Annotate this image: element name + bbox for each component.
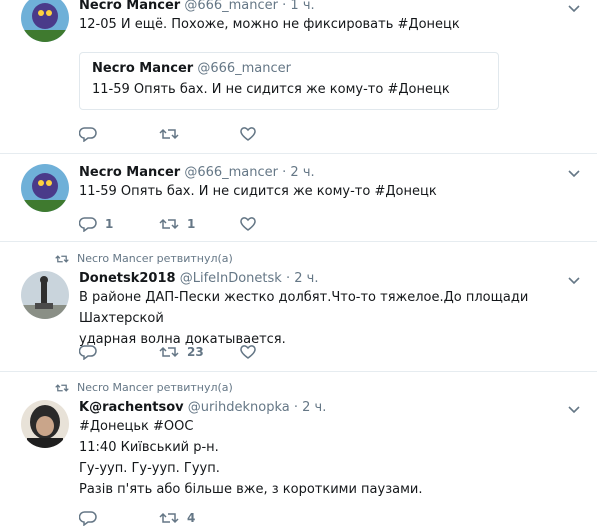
timestamp[interactable]: 2 ч. bbox=[294, 271, 318, 286]
tweet-text-line: 11:40 Київський р-н. bbox=[79, 440, 219, 455]
tweet-4[interactable]: Necro Mancer ретвитнул(а) K@rachentsov @… bbox=[0, 372, 597, 526]
retweet-button[interactable]: 23 bbox=[159, 344, 239, 360]
reply-button[interactable] bbox=[79, 344, 159, 360]
tweet-header: K@rachentsov @urihdeknopka · 2 ч. bbox=[79, 400, 587, 416]
retweet-button[interactable]: 1 bbox=[159, 216, 239, 232]
heart-icon bbox=[240, 345, 256, 359]
separator-dot: · bbox=[282, 165, 287, 180]
tweet-1[interactable]: Necro Mancer @666_mancer · 1 ч. 12-05 И … bbox=[0, 0, 597, 154]
tweet-text-body: 12-05 И ещё. Похоже, можно не фиксироват… bbox=[79, 17, 398, 32]
author-name[interactable]: Necro Mancer bbox=[79, 0, 180, 13]
hashtag-link[interactable]: #Донецк bbox=[398, 17, 460, 32]
retweet-button[interactable]: 4 bbox=[159, 510, 239, 526]
separator-dot: · bbox=[282, 0, 287, 13]
reply-icon bbox=[79, 127, 97, 142]
avatar[interactable] bbox=[21, 164, 69, 212]
timestamp[interactable]: 1 ч. bbox=[290, 0, 314, 13]
retweet-icon bbox=[159, 512, 179, 524]
tweet-header: Necro Mancer @666_mancer · 2 ч. bbox=[79, 165, 587, 181]
hashtag-link[interactable]: #Донецк bbox=[374, 184, 436, 199]
chevron-down-icon[interactable] bbox=[567, 276, 581, 286]
tweet-actions: 4 bbox=[79, 509, 239, 527]
retweet-count: 4 bbox=[187, 511, 196, 525]
tweet-actions: 23 bbox=[79, 343, 319, 361]
reply-icon bbox=[79, 217, 97, 232]
tweet-text: 12-05 И ещё. Похоже, можно не фиксироват… bbox=[79, 14, 587, 35]
tweet-text-body: 11-59 Опять бах. И не сидится же кому-то bbox=[79, 184, 375, 199]
tweet-text-line: Гу-ууп. Гу-ууп. Гууп. bbox=[79, 461, 220, 476]
author-handle[interactable]: @666_mancer bbox=[184, 165, 278, 180]
reply-button[interactable]: 1 bbox=[79, 216, 159, 232]
tweet-header: Donetsk2018 @LifeInDonetsk · 2 ч. bbox=[79, 271, 587, 287]
retweeted-by-label: Necro Mancer ретвитнул(а) bbox=[77, 381, 233, 394]
retweet-count: 23 bbox=[187, 345, 204, 359]
author-handle[interactable]: @666_mancer bbox=[184, 0, 278, 13]
reply-button[interactable] bbox=[79, 510, 159, 526]
hashtag-line[interactable]: #Донецьк #ООС bbox=[79, 416, 587, 437]
retweet-context[interactable]: Necro Mancer ретвитнул(а) bbox=[55, 252, 233, 265]
reply-icon bbox=[79, 345, 97, 360]
tweet-header: Necro Mancer @666_mancer · 1 ч. bbox=[79, 0, 587, 14]
like-button[interactable] bbox=[239, 216, 319, 232]
timestamp[interactable]: 2 ч. bbox=[290, 165, 314, 180]
retweeted-by-label: Necro Mancer ретвитнул(а) bbox=[77, 252, 233, 265]
chevron-down-icon[interactable] bbox=[567, 169, 581, 179]
timestamp[interactable]: 2 ч. bbox=[302, 400, 326, 415]
reply-icon bbox=[79, 511, 97, 526]
like-button[interactable] bbox=[239, 344, 319, 360]
author-handle[interactable]: @urihdeknopka bbox=[188, 400, 290, 415]
reply-count: 1 bbox=[105, 217, 114, 231]
retweet-icon bbox=[55, 383, 69, 392]
tweet-text-line: Разів п'ять або більше вже, з короткими … bbox=[79, 482, 423, 497]
reply-button[interactable] bbox=[79, 126, 159, 142]
tweet-text: 11-59 Опять бах. И не сидится же кому-то… bbox=[79, 181, 587, 202]
tweet-text: В районе ДАП-Пески жестко долбят.Что-то … bbox=[79, 287, 587, 350]
separator-dot: · bbox=[293, 400, 299, 415]
author-name[interactable]: Donetsk2018 bbox=[79, 271, 176, 286]
author-name[interactable]: Necro Mancer bbox=[79, 165, 180, 180]
tweet-text: #Донецьк #ООС 11:40 Київський р-н. Гу-уу… bbox=[79, 416, 587, 500]
quoted-author-name: Necro Mancer bbox=[92, 61, 194, 76]
avatar[interactable] bbox=[21, 0, 69, 42]
chevron-down-icon[interactable] bbox=[567, 4, 581, 14]
retweet-icon bbox=[159, 128, 179, 140]
heart-icon bbox=[240, 217, 256, 231]
quoted-tweet[interactable]: Necro Mancer @666_mancer 11-59 Опять бах… bbox=[79, 52, 499, 110]
chevron-down-icon[interactable] bbox=[567, 405, 581, 415]
tweet-actions: 1 1 bbox=[79, 215, 319, 233]
tweet-actions bbox=[79, 125, 319, 143]
retweet-icon bbox=[159, 218, 179, 230]
heart-icon bbox=[240, 127, 256, 141]
retweet-context[interactable]: Necro Mancer ретвитнул(а) bbox=[55, 381, 233, 394]
author-name[interactable]: K@rachentsov bbox=[79, 400, 184, 415]
tweet-2[interactable]: Necro Mancer @666_mancer · 2 ч. 11-59 Оп… bbox=[0, 154, 597, 242]
retweet-icon bbox=[159, 346, 179, 358]
quoted-text: 11-59 Опять бах. И не сидится же кому-то… bbox=[92, 79, 486, 100]
separator-dot: · bbox=[285, 271, 291, 286]
tweet-text-line: В районе ДАП-Пески жестко долбят.Что-то … bbox=[79, 290, 529, 326]
avatar[interactable] bbox=[21, 400, 69, 448]
quoted-text-body: 11-59 Опять бах. И не сидится же кому-то bbox=[92, 82, 388, 97]
retweet-count: 1 bbox=[187, 217, 196, 231]
quoted-author-handle: @666_mancer bbox=[197, 61, 291, 76]
quoted-header: Necro Mancer @666_mancer bbox=[92, 61, 486, 77]
quoted-hashtag[interactable]: #Донецк bbox=[387, 82, 449, 97]
retweet-button[interactable] bbox=[159, 126, 239, 142]
like-button[interactable] bbox=[239, 126, 319, 142]
author-handle[interactable]: @LifeInDonetsk bbox=[180, 271, 282, 286]
avatar[interactable] bbox=[21, 271, 69, 319]
retweet-icon bbox=[55, 254, 69, 263]
tweet-3[interactable]: Necro Mancer ретвитнул(а) Donetsk2018 @L… bbox=[0, 242, 597, 372]
